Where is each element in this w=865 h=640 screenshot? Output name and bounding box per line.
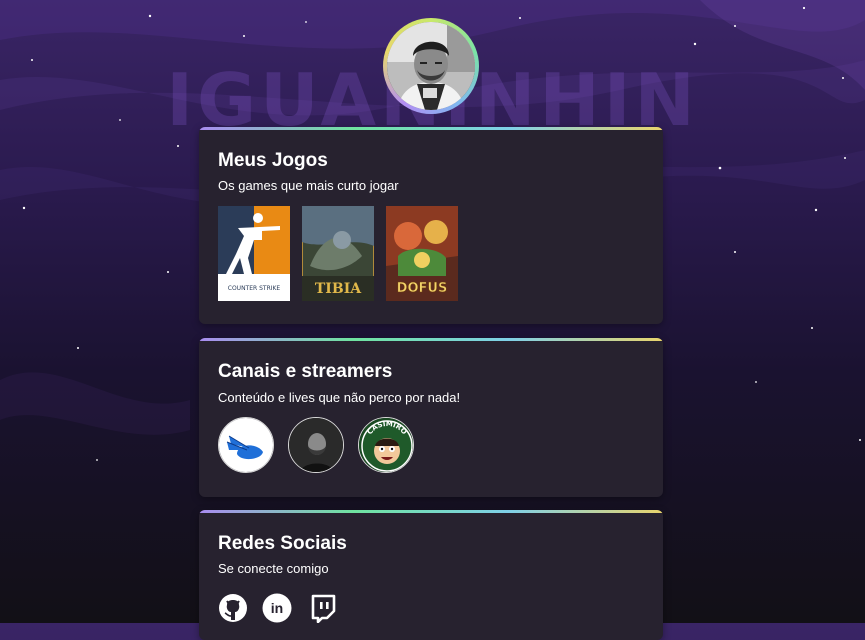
social-card-subtitle: Se conecte comigo bbox=[218, 561, 329, 576]
streamers-card-subtitle: Conteúdo e lives que não perco por nada! bbox=[218, 390, 461, 405]
game-tibia[interactable]: TIBIA bbox=[302, 206, 374, 301]
social-card: Redes Sociais Se conecte comigo in bbox=[199, 510, 663, 640]
game-counter-strike[interactable]: COUNTER STRIKE bbox=[218, 206, 290, 301]
linkedin-icon-label: in bbox=[271, 600, 283, 616]
channel-winged-helmet[interactable] bbox=[218, 417, 274, 473]
streamers-card: Canais e streamers Conteúdo e lives que … bbox=[199, 338, 663, 497]
linkedin-icon[interactable]: in bbox=[262, 593, 292, 623]
dofus-logo-text: DOFUS bbox=[397, 281, 448, 296]
game-dofus[interactable]: DOFUS bbox=[386, 206, 458, 301]
github-icon[interactable] bbox=[218, 593, 248, 623]
channel-casimiro[interactable]: CASIMIRO bbox=[358, 417, 414, 473]
tibia-logo-text: TIBIA bbox=[315, 281, 362, 297]
channel-bearded-streamer[interactable] bbox=[288, 417, 344, 473]
profile-photo-icon bbox=[387, 22, 475, 110]
twitch-icon[interactable] bbox=[308, 593, 338, 624]
cs-logo-text: COUNTER STRIKE bbox=[228, 285, 281, 292]
streamers-card-title: Canais e streamers bbox=[218, 361, 393, 382]
social-card-title: Redes Sociais bbox=[218, 533, 347, 554]
games-card: Meus Jogos Os games que mais curto jogar… bbox=[199, 127, 663, 324]
games-card-subtitle: Os games que mais curto jogar bbox=[218, 178, 399, 193]
profile-avatar bbox=[383, 18, 479, 114]
games-card-title: Meus Jogos bbox=[218, 150, 328, 171]
